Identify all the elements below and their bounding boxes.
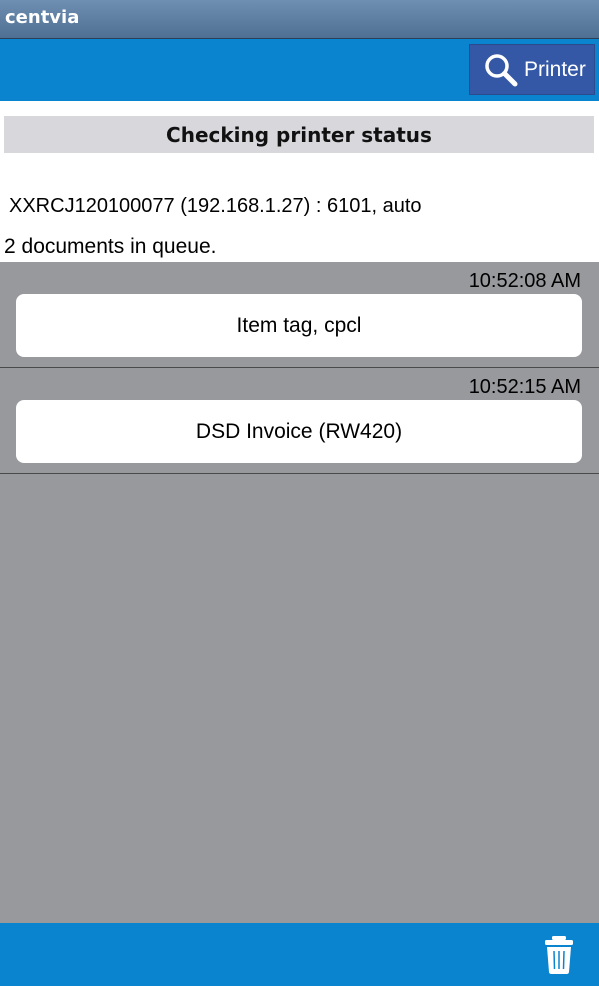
printer-info: XXRCJ120100077 (192.168.1.27) : 6101, au… [9,195,422,217]
queue-item-document-button[interactable]: Item tag, cpcl [16,294,582,357]
printer-search-button[interactable]: Printer [469,44,595,95]
queue-item: 10:52:15 AM DSD Invoice (RW420) [0,368,599,474]
queue-item-timestamp: 10:52:08 AM [468,270,581,292]
status-header: Checking printer status [4,116,594,153]
delete-button[interactable] [540,935,578,975]
title-bar: centvia [0,0,599,39]
queue-count: 2 documents in queue. [4,235,217,258]
queue-list: 10:52:08 AM Item tag, cpcl 10:52:15 AM D… [0,262,599,923]
app-title: centvia [5,7,80,28]
search-icon [485,53,518,86]
trash-icon [545,936,573,974]
queue-item-timestamp: 10:52:15 AM [468,376,581,398]
printer-button-label: Printer [524,57,586,81]
queue-item-document-button[interactable]: DSD Invoice (RW420) [16,400,582,463]
queue-item: 10:52:08 AM Item tag, cpcl [0,262,599,368]
action-bar: Printer [0,39,599,101]
bottom-bar [0,923,599,986]
